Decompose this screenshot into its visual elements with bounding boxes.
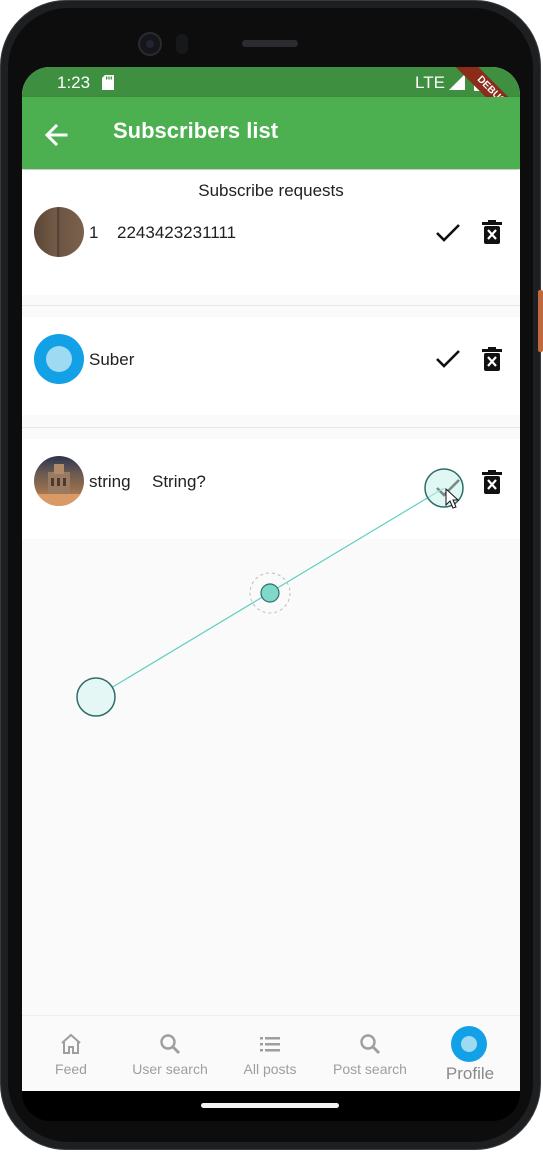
section-title: Subscribe requests (198, 181, 344, 200)
app-screen: 1:23 LTE DEBUG Subscribers list Subscrib… (22, 67, 520, 1091)
subscriber-detail: 2243423231111 (117, 223, 237, 242)
divider (22, 427, 520, 428)
network-type: LTE (415, 73, 445, 92)
nav-label-active: Profile (445, 1064, 495, 1083)
phone-device: 1:23 LTE DEBUG Subscribers list Subscrib… (0, 0, 543, 1152)
delete-icon[interactable] (482, 347, 502, 371)
search-icon (160, 1034, 180, 1054)
profile-avatar-icon (451, 1026, 487, 1062)
nav-item-profile[interactable]: Profile (420, 1016, 520, 1091)
nav-item-all-posts[interactable]: All posts (220, 1016, 320, 1091)
accept-check-icon[interactable] (435, 346, 461, 372)
nav-label: All posts (243, 1061, 297, 1077)
home-icon (61, 1033, 81, 1054)
building-photo-icon (34, 464, 84, 506)
gesture-bar-area (22, 1091, 520, 1121)
front-camera-icon (138, 32, 162, 56)
app-bar: Subscribers list (22, 97, 520, 169)
delete-icon[interactable] (482, 220, 502, 244)
subscriber-name: Suber (89, 350, 135, 369)
sd-card-icon (102, 75, 114, 90)
status-time: 1:23 (57, 73, 91, 92)
nav-label: User search (132, 1061, 208, 1077)
earpiece-speaker (242, 40, 298, 47)
divider (22, 305, 520, 306)
search-icon (360, 1034, 380, 1054)
power-button (538, 290, 543, 352)
nav-item-post-search[interactable]: Post search (320, 1016, 420, 1091)
nav-item-feed[interactable]: Feed (22, 1016, 121, 1091)
nav-label: Feed (55, 1061, 87, 1077)
subscriber-name: string (89, 472, 131, 491)
subscriber-avatar (34, 456, 84, 506)
page-title: Subscribers list (113, 118, 279, 143)
delete-icon[interactable] (482, 470, 502, 494)
accept-check-icon[interactable] (435, 220, 461, 246)
subscriber-detail: String? (152, 472, 206, 491)
accept-check-icon[interactable] (435, 475, 461, 501)
nav-item-user-search[interactable]: User search (120, 1016, 220, 1091)
list-icon (260, 1037, 280, 1052)
signal-icon (449, 74, 465, 90)
nav-label: Post search (333, 1061, 407, 1077)
status-bar: 1:23 LTE (22, 67, 520, 97)
subscriber-avatar (34, 207, 84, 257)
subscriber-name: 1 (89, 223, 99, 242)
sensor-icon (176, 34, 188, 54)
bottom-navigation: Feed User search All posts Post search P… (22, 1015, 520, 1091)
subscriber-avatar (34, 334, 84, 384)
home-indicator[interactable] (201, 1103, 339, 1108)
arrow-back-icon[interactable] (40, 119, 72, 151)
